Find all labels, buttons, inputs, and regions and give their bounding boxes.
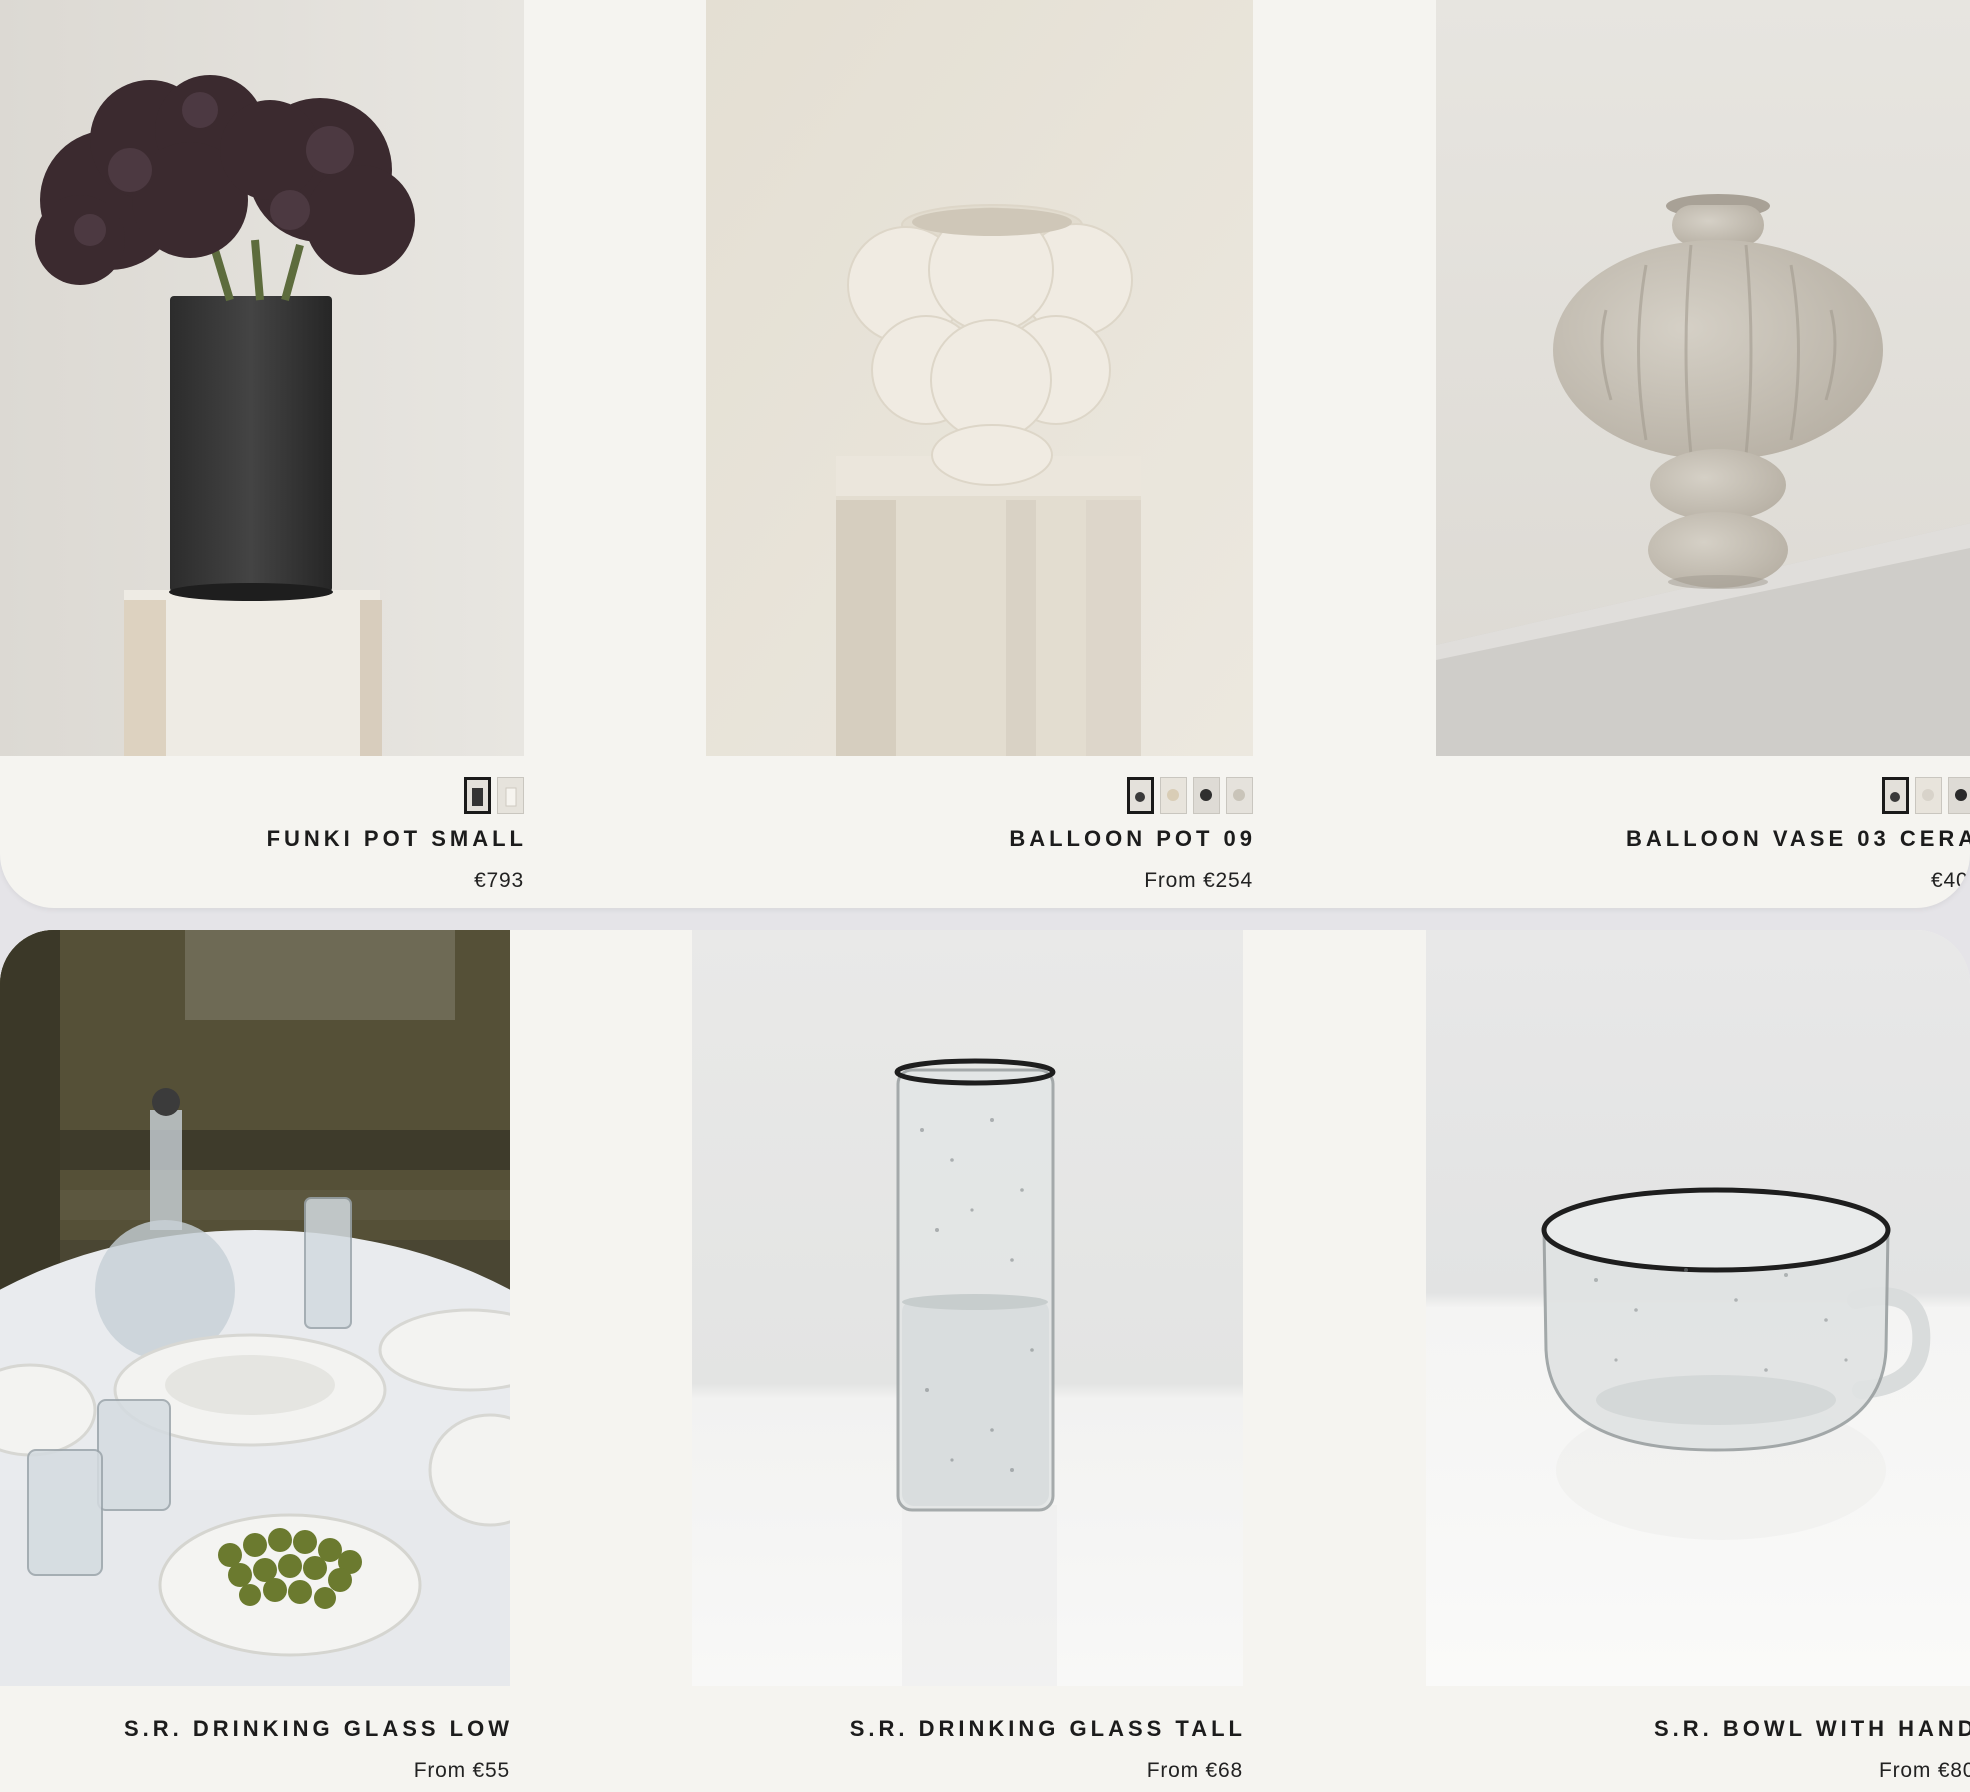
color-swatches <box>1127 777 1253 814</box>
product-title[interactable]: S.R. DRINKING GLASS TALL <box>850 1716 1246 1742</box>
product-image-funki-pot[interactable] <box>0 0 524 756</box>
product-title[interactable]: S.R. BOWL WITH HANDLE <box>1654 1716 1970 1742</box>
product-card-balloon-pot-09[interactable]: BALLOON POT 09 From €254 <box>706 0 1253 908</box>
product-card-drinking-glass-low[interactable]: S.R. DRINKING GLASS LOW From €55 <box>0 930 510 1792</box>
sand-vase-swatch-icon[interactable] <box>1915 777 1942 814</box>
product-card-funki-pot-small[interactable]: FUNKI POT SMALL €793 <box>0 0 524 908</box>
balloon-vase-photo <box>1436 0 1970 756</box>
color-swatches <box>1882 777 1970 814</box>
product-grid: FUNKI POT SMALL €793 BALLOON POT 09 From… <box>0 0 1970 1792</box>
product-image-drinking-glass-tall[interactable] <box>692 930 1243 1686</box>
product-card-bowl-with-handle[interactable]: S.R. BOWL WITH HANDLE From €80 <box>1426 930 1970 1792</box>
product-price: From €68 <box>1146 1759 1243 1782</box>
product-image-drinking-glass-low[interactable] <box>0 930 510 1686</box>
product-image-balloon-pot[interactable] <box>706 0 1253 756</box>
product-price: From €55 <box>413 1759 510 1782</box>
balloon-pot-photo <box>706 0 1253 756</box>
product-price: From €254 <box>1144 869 1253 892</box>
color-swatches <box>464 777 524 814</box>
black-vase-swatch-icon[interactable] <box>1948 777 1970 814</box>
white-pot-swatch-icon[interactable] <box>497 777 524 814</box>
product-price: From €80 <box>1879 1759 1970 1782</box>
product-row-top: FUNKI POT SMALL €793 BALLOON POT 09 From… <box>0 0 1970 908</box>
grey-pot-swatch-icon[interactable] <box>1193 777 1220 814</box>
bowl-with-handle-photo <box>1426 930 1970 1686</box>
product-price: €793 <box>474 869 524 892</box>
product-title[interactable]: FUNKI POT SMALL <box>267 826 527 852</box>
sand-pot-swatch-icon[interactable] <box>1160 777 1187 814</box>
drinking-glass-tall-photo <box>692 930 1243 1686</box>
product-card-drinking-glass-tall[interactable]: S.R. DRINKING GLASS TALL From €68 <box>692 930 1243 1792</box>
product-image-bowl-with-handle[interactable] <box>1426 930 1970 1686</box>
black-pot-swatch-icon[interactable] <box>464 777 491 814</box>
product-title[interactable]: BALLOON POT 09 <box>1009 826 1256 852</box>
dark-pot-swatch-icon[interactable] <box>1127 777 1154 814</box>
product-image-balloon-vase[interactable] <box>1436 0 1970 756</box>
product-row-bottom: S.R. DRINKING GLASS LOW From €55 S.R. DR… <box>0 930 1970 1792</box>
drinking-glass-low-photo <box>0 930 510 1686</box>
funki-pot-photo <box>0 0 524 756</box>
product-card-balloon-vase-03[interactable]: BALLOON VASE 03 CERAMIC €405 <box>1436 0 1970 908</box>
product-price: €405 <box>1931 869 1970 892</box>
dark-vase-swatch-icon[interactable] <box>1882 777 1909 814</box>
ivory-pot-swatch-icon[interactable] <box>1226 777 1253 814</box>
product-title[interactable]: BALLOON VASE 03 CERAMIC <box>1626 826 1970 852</box>
product-title[interactable]: S.R. DRINKING GLASS LOW <box>124 1716 513 1742</box>
